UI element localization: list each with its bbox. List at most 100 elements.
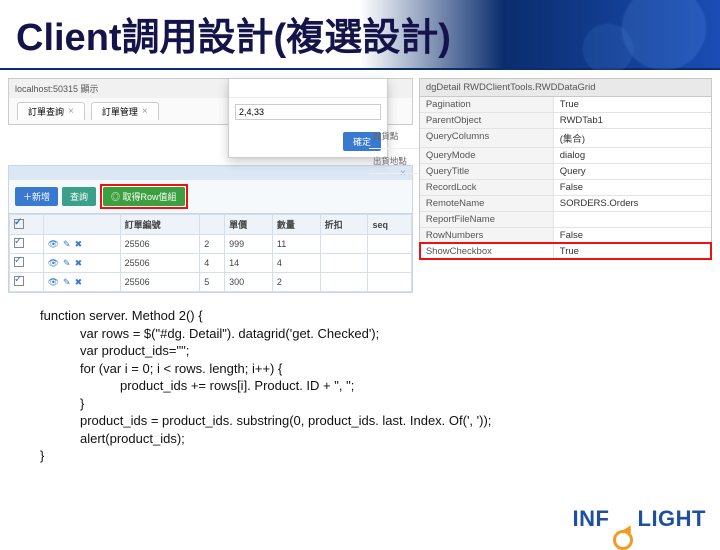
property-value: True — [554, 97, 711, 112]
x-icon: ✖ — [75, 277, 83, 288]
eye-icon: 👁 — [48, 239, 59, 250]
cell-c4: 4 — [200, 254, 225, 273]
property-row[interactable]: QueryColumns(集合) — [420, 128, 711, 147]
tab-label: 訂單查詢 — [28, 105, 64, 118]
code-line: } — [40, 448, 44, 463]
property-row[interactable]: QueryModedialog — [420, 147, 711, 163]
tab-order-query[interactable]: 訂單查詢 × — [17, 102, 85, 120]
checkbox-icon[interactable] — [14, 276, 24, 286]
cell-discount — [320, 235, 368, 254]
datagrid-table: 訂單編號 單價 數量 折扣 seq 👁✎✖25506299911👁✎✖25506… — [9, 214, 412, 292]
table-row[interactable]: 👁✎✖25506299911 — [10, 235, 412, 254]
query-button[interactable]: 查詢 — [62, 187, 96, 206]
property-row[interactable]: ParentObjectRWDTab1 — [420, 112, 711, 128]
cell-order-id: 25506 — [120, 235, 200, 254]
property-value — [554, 212, 711, 227]
property-row[interactable]: RemoteNameSORDERS.Orders — [420, 195, 711, 211]
cell-price: 300 — [225, 273, 273, 292]
get-row-values-button[interactable]: ◎ 取得Row值組 — [103, 187, 185, 206]
code-line: alert(product_ids); — [40, 430, 680, 448]
property-key: QueryColumns — [420, 129, 554, 147]
property-panel: dgDetail RWDClientTools.RWDDataGrid Pagi… — [419, 78, 712, 293]
pencil-icon: ✎ — [63, 239, 71, 250]
code-line: var rows = $("#dg. Detail"). datagrid('g… — [40, 325, 680, 343]
dialog-footer: 確定 — [229, 126, 387, 157]
property-key: Pagination — [420, 97, 554, 112]
col-order-id: 訂單編號 — [120, 215, 200, 235]
property-value: True — [554, 244, 711, 259]
bg-col: 員貨點 — [369, 124, 419, 149]
property-key: RowNumbers — [420, 228, 554, 243]
col-price: 單價 — [225, 215, 273, 235]
code-line: function server. Method 2() { — [40, 308, 203, 323]
cell-seq — [368, 254, 411, 273]
property-row[interactable]: PaginationTrue — [420, 97, 711, 112]
datagrid-modal-head: × — [9, 166, 412, 180]
datagrid-toolbar: ＋新增 查詢 ◎ 取得Row值組 — [9, 180, 412, 214]
col-actions — [43, 215, 120, 235]
slide-title: Client調用設計(複選設計) — [16, 6, 451, 61]
pencil-icon: ✎ — [63, 277, 71, 288]
table-row[interactable]: 👁✎✖2550653002 — [10, 273, 412, 292]
browser-url: localhost:50315 顯示 — [15, 82, 99, 95]
cell-discount — [320, 273, 368, 292]
prompt-input[interactable] — [235, 104, 381, 120]
cell-qty: 2 — [272, 273, 320, 292]
add-button[interactable]: ＋新增 — [15, 187, 58, 206]
property-key: QueryTitle — [420, 164, 554, 179]
content-row: localhost:50315 顯示 訂單查詢 × 訂單管理 × 確定 員貨點 — [0, 70, 720, 297]
property-key: ShowCheckbox — [420, 244, 554, 259]
checkbox-icon[interactable] — [14, 257, 24, 267]
row-actions[interactable]: 👁✎✖ — [48, 258, 83, 269]
property-key: ReportFileName — [420, 212, 554, 227]
property-value: False — [554, 228, 711, 243]
property-row[interactable]: QueryTitleQuery — [420, 163, 711, 179]
code-line: } — [40, 395, 680, 413]
property-key: RemoteName — [420, 196, 554, 211]
col-blank — [200, 215, 225, 235]
property-value: RWDTab1 — [554, 113, 711, 128]
code-line: for (var i = 0; i < rows. length; i++) { — [40, 360, 680, 378]
checkbox-icon[interactable] — [14, 219, 24, 229]
cell-seq — [368, 273, 411, 292]
dialog-head — [229, 79, 387, 98]
property-row[interactable]: ShowCheckboxTrue — [420, 243, 711, 259]
table-row[interactable]: 👁✎✖255064144 — [10, 254, 412, 273]
property-value: Query — [554, 164, 711, 179]
property-key: ParentObject — [420, 113, 554, 128]
property-object-label: dgDetail RWDClientTools.RWDDataGrid — [420, 79, 711, 97]
checkbox-icon[interactable] — [14, 238, 24, 248]
property-key: QueryMode — [420, 148, 554, 163]
tab-order-manage[interactable]: 訂單管理 × — [91, 102, 159, 120]
cell-c4: 2 — [200, 235, 225, 254]
eye-icon: 👁 — [48, 277, 59, 288]
property-value: (集合) — [554, 129, 711, 147]
code-line: product_ids += rows[i]. Product. ID + ",… — [40, 377, 680, 395]
tab-label: 訂單管理 — [102, 105, 138, 118]
property-row[interactable]: ReportFileName — [420, 211, 711, 227]
property-row[interactable]: RowNumbersFalse — [420, 227, 711, 243]
screenshot-left: localhost:50315 顯示 訂單查詢 × 訂單管理 × 確定 員貨點 — [8, 78, 413, 293]
x-icon: ✖ — [75, 258, 83, 269]
code-snippet: function server. Method 2() { var rows =… — [0, 297, 720, 473]
cell-qty: 4 — [272, 254, 320, 273]
eye-icon: 👁 — [48, 258, 59, 269]
col-checkbox — [10, 215, 44, 235]
cell-qty: 11 — [272, 235, 320, 254]
row-actions[interactable]: 👁✎✖ — [48, 239, 83, 250]
col-seq: seq — [368, 215, 411, 235]
close-icon[interactable]: × — [142, 106, 148, 117]
background-grid-headers: 員貨點 出貨地點 — [369, 124, 419, 174]
brand-part-b: LIGHT — [638, 506, 707, 531]
bg-col: 出貨地點 — [369, 149, 419, 174]
dialog-body — [229, 98, 387, 126]
cell-price: 14 — [225, 254, 273, 273]
table-header-row: 訂單編號 單價 數量 折扣 seq — [10, 215, 412, 235]
prompt-dialog: 確定 — [228, 78, 388, 158]
close-icon[interactable]: × — [68, 106, 74, 117]
col-discount: 折扣 — [320, 215, 368, 235]
row-actions[interactable]: 👁 ✎ ✖ — [48, 277, 83, 288]
property-row[interactable]: RecordLockFalse — [420, 179, 711, 195]
cell-order-id: 25506 — [120, 273, 200, 292]
cell-discount — [320, 254, 368, 273]
